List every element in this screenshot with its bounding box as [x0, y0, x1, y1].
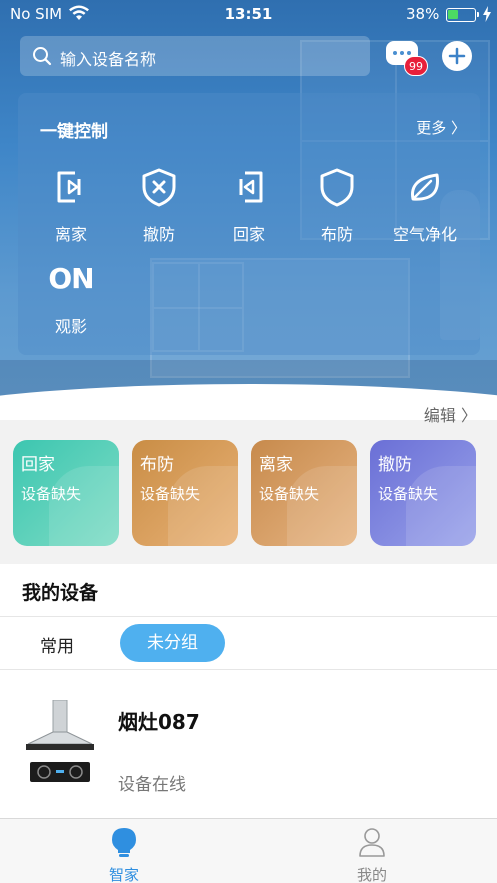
tab-smart-home[interactable]: 智家 [64, 819, 184, 883]
scene-card-illustration [287, 466, 357, 546]
back-home-icon [239, 171, 263, 203]
scene-disarm-button[interactable]: 撤防 [114, 165, 204, 245]
device-status: 设备在线 [118, 775, 186, 795]
scene-label: 观影 [54, 317, 87, 336]
divider [0, 616, 497, 617]
my-devices-title: 我的设备 [22, 582, 99, 604]
scene-label: 回家 [232, 225, 265, 244]
my-devices-section: 我的设备 常用 未分组 烟灶087 设备在线 [0, 564, 497, 820]
scene-card-title: 离家 [259, 455, 293, 475]
scene-back-home-button[interactable]: 回家 [204, 165, 294, 245]
search-icon [33, 47, 52, 66]
lightbulb-icon [112, 828, 136, 857]
message-count-badge: 99 [404, 56, 428, 76]
battery-level [448, 10, 458, 19]
scene-card-arm[interactable]: 布防 设备缺失 [132, 440, 238, 546]
hero-wave [0, 384, 497, 420]
scene-card-title: 回家 [21, 455, 55, 475]
plus-icon [448, 47, 466, 65]
scene-card-title: 布防 [140, 455, 174, 475]
device-name: 烟灶087 [118, 710, 200, 734]
scene-card-illustration [406, 466, 476, 546]
tab-ungrouped[interactable]: 未分组 [120, 624, 225, 662]
search-placeholder: 输入设备名称 [60, 50, 157, 69]
scene-card-title: 撤防 [378, 455, 412, 475]
on-icon: ON [48, 262, 94, 295]
tab-mine[interactable]: 我的 [312, 819, 432, 883]
scene-card-subtitle: 设备缺失 [140, 485, 201, 503]
scene-movie-button[interactable]: ON 观影 [26, 257, 116, 337]
search-input[interactable]: 输入设备名称 [20, 36, 370, 76]
tab-common[interactable]: 常用 [40, 632, 74, 657]
device-list-item[interactable]: 烟灶087 设备在线 [0, 670, 497, 820]
user-icon [359, 828, 385, 857]
tab-label: 我的 [356, 866, 387, 883]
quick-control-title: 一键控制 [40, 122, 108, 142]
scene-label: 撤防 [142, 225, 175, 244]
carousel-page-indicator [212, 387, 238, 391]
leaf-icon [411, 173, 439, 201]
scene-card-leave-home[interactable]: 离家 设备缺失 [251, 440, 357, 546]
bottom-tab-bar: 智家 我的 [0, 818, 497, 883]
scene-label: 离家 [54, 225, 87, 244]
scene-card-illustration [168, 466, 238, 546]
disarm-shield-icon [142, 168, 176, 207]
edit-scenes-link[interactable]: 编辑 〉 [424, 402, 477, 426]
scene-card-illustration [49, 466, 119, 546]
status-bar: No SIM 13:51 38% [0, 0, 497, 30]
range-hood-stove-image [26, 700, 94, 782]
scene-arm-button[interactable]: 布防 [292, 165, 382, 245]
scene-card-subtitle: 设备缺失 [21, 485, 82, 503]
battery-icon [446, 8, 479, 22]
add-device-button[interactable] [442, 41, 472, 71]
scene-air-purify-button[interactable]: 空气净化 [380, 165, 470, 245]
battery-percent: 38% [406, 5, 440, 23]
scene-card-back-home[interactable]: 回家 设备缺失 [13, 440, 119, 546]
message-dots [393, 51, 411, 55]
scene-leave-home-button[interactable]: 离家 [26, 165, 116, 245]
arm-shield-icon [320, 168, 354, 207]
tab-label: 智家 [108, 866, 139, 883]
scene-card-subtitle: 设备缺失 [259, 485, 320, 503]
scene-card-subtitle: 设备缺失 [378, 485, 439, 503]
charging-icon [483, 6, 491, 22]
scene-label: 空气净化 [392, 225, 457, 244]
quick-control-panel: 一键控制 更多 〉 离家 撤防 回家 布防 空气净化 ON 观影 [18, 93, 480, 355]
scene-card-disarm[interactable]: 撤防 设备缺失 [370, 440, 476, 546]
leave-home-icon [57, 171, 81, 203]
scene-label: 布防 [320, 225, 353, 244]
quick-control-more-link[interactable]: 更多 〉 [416, 117, 466, 138]
